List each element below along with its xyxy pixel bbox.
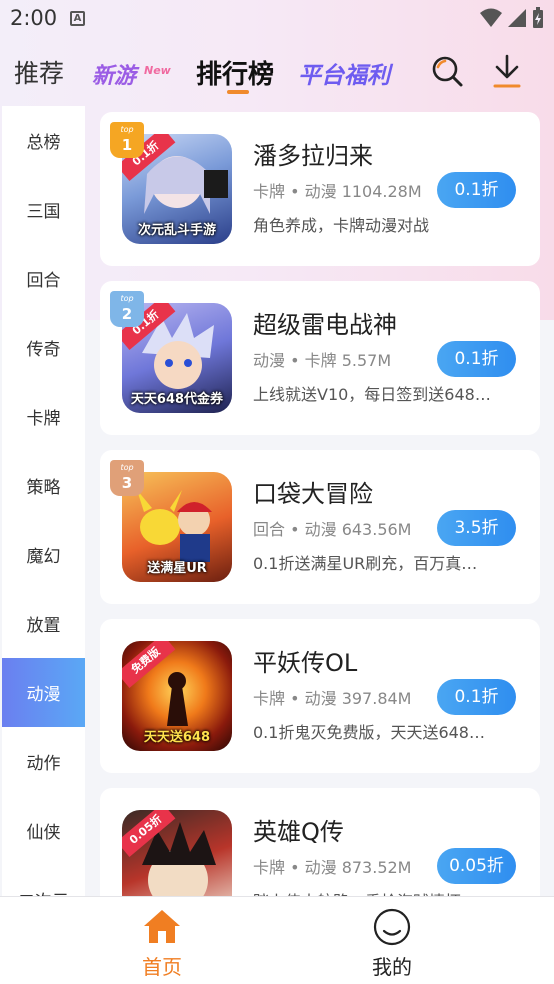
thumb-label: 送满星UR: [147, 561, 207, 576]
rank-badge: top 1: [110, 122, 144, 158]
game-card[interactable]: 0.05折 英雄Q传 卡牌 • 动漫 873.52M 踏上伟大航路，重拾海贼情怀…: [100, 788, 540, 896]
game-card[interactable]: 0.1折 次元乱斗手游 top 1 潘多拉归来 卡牌 • 动漫 1104.28M…: [100, 112, 540, 266]
nav-profile-label: 我的: [372, 955, 412, 979]
category-sidebar: 总榜 三国 回合 传奇 卡牌 策略 魔幻 放置 动漫 动作 仙侠 二次元: [2, 106, 85, 896]
game-name: 英雄Q传: [253, 818, 344, 846]
status-bar: 2:00 A: [0, 0, 554, 40]
tab-new-games[interactable]: 新游: [92, 58, 136, 90]
game-list: 0.1折 次元乱斗手游 top 1 潘多拉归来 卡牌 • 动漫 1104.28M…: [100, 112, 540, 896]
rank-badge-number: 1: [121, 136, 133, 154]
sidebar-item-card[interactable]: 卡牌: [2, 382, 85, 451]
game-card[interactable]: 0.1折 天天648代金券 top 2 超级雷电战神 动漫 • 卡牌 5.57M…: [100, 281, 540, 435]
game-name: 平妖传OL: [253, 649, 358, 677]
sidebar-item-turn-based[interactable]: 回合: [2, 244, 85, 313]
discount-button[interactable]: 0.05折: [437, 848, 516, 884]
sidebar-item-anime[interactable]: 动漫: [2, 658, 85, 727]
wifi-icon: [480, 8, 502, 27]
signal-icon: [508, 9, 526, 27]
sidebar-item-anime2d[interactable]: 二次元: [2, 865, 85, 896]
sidebar-item-label: 卡牌: [26, 409, 61, 429]
tab-recommend[interactable]: 推荐: [14, 54, 64, 90]
sidebar-item-label: 动作: [26, 754, 61, 774]
discount-button[interactable]: 0.1折: [437, 341, 516, 377]
rank-badge-top: top: [120, 125, 134, 134]
sidebar-item-legend[interactable]: 传奇: [2, 313, 85, 382]
sidebar-item-label: 回合: [26, 271, 61, 291]
game-card[interactable]: 送满星UR top 3 口袋大冒险 回合 • 动漫 643.56M 0.1折送满…: [100, 450, 540, 604]
sidebar-item-strategy[interactable]: 策略: [2, 451, 85, 520]
header: 推荐 新游 New 排行榜 平台福利: [0, 44, 554, 104]
discount-button[interactable]: 3.5折: [437, 510, 516, 546]
search-icon[interactable]: [430, 54, 464, 88]
sidebar-item-three-kingdoms[interactable]: 三国: [2, 175, 85, 244]
game-meta: 卡牌 • 动漫 1104.28M: [253, 182, 422, 201]
game-meta: 回合 • 动漫 643.56M: [253, 520, 412, 539]
thumb-label: 天天送648: [143, 730, 211, 745]
sidebar-item-fantasy[interactable]: 魔幻: [2, 520, 85, 589]
thumb-label: 天天648代金券: [130, 392, 224, 407]
game-meta: 卡牌 • 动漫 873.52M: [253, 858, 412, 877]
game-card[interactable]: 免费版 天天送648 平妖传OL 卡牌 • 动漫 397.84M 0.1折鬼灭免…: [100, 619, 540, 773]
active-tab-indicator: [227, 90, 249, 94]
sidebar-item-action[interactable]: 动作: [2, 727, 85, 796]
sidebar-item-label: 动漫: [26, 685, 61, 705]
battery-icon: [533, 7, 543, 28]
nav-home-label: 首页: [142, 955, 182, 979]
sidebar-item-label: 仙侠: [26, 823, 61, 843]
sidebar-item-label: 三国: [26, 202, 61, 222]
download-icon[interactable]: [490, 52, 524, 90]
game-name: 超级雷电战神: [253, 311, 397, 339]
game-description: 0.1折送满星UR刷充，百万真…: [253, 554, 478, 573]
profile-icon: [373, 908, 411, 946]
game-description: 0.1折鬼灭免费版，天天送648…: [253, 723, 485, 742]
rank-badge-top: top: [120, 294, 134, 303]
game-thumbnail: 免费版 天天送648: [122, 641, 232, 751]
rank-badge: top 2: [110, 291, 144, 327]
sidebar-item-label: 魔幻: [26, 547, 61, 567]
game-meta: 动漫 • 卡牌 5.57M: [253, 351, 392, 370]
sidebar-item-idle[interactable]: 放置: [2, 589, 85, 658]
discount-button[interactable]: 0.1折: [437, 172, 516, 208]
game-meta: 卡牌 • 动漫 397.84M: [253, 689, 412, 708]
game-description: 角色养成，卡牌动漫对战: [253, 216, 430, 235]
nav-home[interactable]: 首页: [102, 907, 222, 980]
sidebar-item-xianxia[interactable]: 仙侠: [2, 796, 85, 865]
tab-new-games-sub: New: [144, 64, 171, 77]
tab-ranking[interactable]: 排行榜: [196, 54, 274, 91]
tab-platform-welfare[interactable]: 平台福利: [298, 56, 390, 90]
game-description: 踏上伟大航路，重拾海贼情怀: [253, 888, 515, 896]
rank-badge: top 3: [110, 460, 144, 496]
thumb-label: 次元乱斗手游: [137, 223, 216, 238]
game-name: 口袋大冒险: [253, 480, 373, 508]
sidebar-item-label: 放置: [26, 616, 61, 636]
sidebar-item-overall[interactable]: 总榜: [2, 106, 85, 175]
sidebar-item-label: 总榜: [26, 133, 61, 153]
game-name: 潘多拉归来: [253, 142, 373, 170]
notification-icon: A: [70, 11, 85, 26]
sidebar-item-label: 策略: [26, 478, 61, 498]
status-time: 2:00: [10, 6, 58, 30]
sidebar-item-label: 传奇: [26, 340, 61, 360]
nav-profile[interactable]: 我的: [332, 907, 452, 980]
game-description: 上线就送V10，每日签到送648…: [253, 385, 491, 404]
rank-badge-number: 2: [121, 305, 133, 323]
discount-button[interactable]: 0.1折: [437, 679, 516, 715]
game-thumbnail: 0.05折: [122, 810, 232, 896]
sidebar-item-label: 二次元: [18, 887, 69, 896]
rank-badge-number: 3: [121, 474, 133, 492]
bottom-nav: 首页 我的: [0, 896, 554, 984]
home-icon: [144, 910, 180, 943]
status-icons: [480, 7, 544, 29]
rank-badge-top: top: [120, 463, 134, 472]
